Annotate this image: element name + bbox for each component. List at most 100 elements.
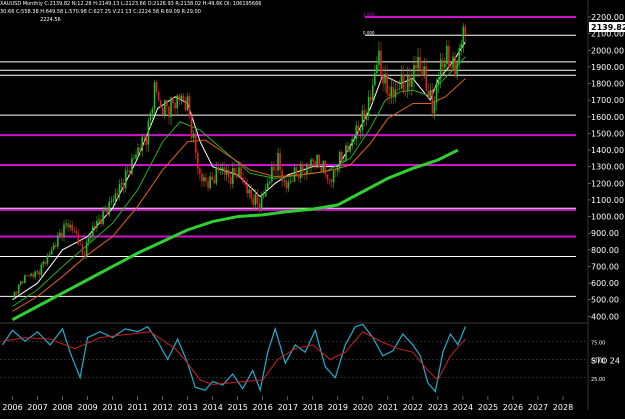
candle-body — [215, 167, 218, 184]
x-tick-label: 2026 — [503, 403, 523, 412]
candle-body — [289, 181, 292, 183]
candle-body — [151, 108, 154, 114]
candle-body — [141, 136, 144, 151]
x-tick-label: 2014 — [203, 403, 223, 412]
candle-body — [112, 200, 115, 202]
candle-body — [73, 230, 76, 232]
candle-body — [376, 64, 378, 74]
candle-body — [182, 95, 185, 100]
candle-body — [213, 180, 216, 184]
candle-body — [460, 43, 463, 49]
x-tick-label: 2023 — [428, 403, 448, 412]
x-tick-label: 2028 — [553, 403, 573, 412]
candle-body — [211, 176, 213, 181]
candle-body — [34, 271, 36, 278]
candle-body — [279, 153, 281, 171]
level-label: 1.000 — [363, 12, 375, 17]
candle-body — [26, 275, 28, 277]
y-tick-label: 1400.00 — [591, 146, 624, 155]
candle-body — [124, 170, 127, 189]
candle-body — [131, 158, 133, 175]
y-tick-label: 1900.00 — [591, 63, 624, 72]
candle-body — [343, 160, 345, 162]
candle-body — [355, 125, 358, 139]
y-tick-label: 2200.00 — [591, 13, 624, 22]
candle-body — [310, 159, 312, 168]
candle-body — [252, 198, 255, 205]
x-tick-label: 2008 — [52, 403, 72, 412]
candle-body — [85, 242, 88, 256]
candle-body — [392, 86, 395, 98]
candle-body — [28, 275, 30, 277]
candle-body — [217, 167, 220, 170]
candle-body — [394, 89, 397, 98]
candle-body — [417, 57, 419, 69]
candle-body — [147, 120, 150, 145]
candle-body — [122, 183, 125, 189]
candle-body — [441, 59, 444, 68]
candle-body — [374, 73, 376, 86]
x-tick-label: 2013 — [177, 403, 197, 412]
candle-body — [386, 74, 388, 94]
candle-body — [129, 170, 131, 175]
candle-body — [67, 223, 69, 228]
candle-body — [266, 183, 269, 190]
candle-body — [439, 59, 442, 79]
candle-body — [54, 245, 57, 247]
candle-body — [415, 65, 417, 69]
y-tick-label: 1100.00 — [591, 196, 624, 205]
candle-body — [437, 78, 440, 85]
candle-body — [172, 97, 174, 103]
candle-body — [446, 45, 448, 65]
candle-body — [240, 167, 242, 178]
candle-body — [316, 154, 318, 167]
candle-body — [273, 166, 275, 171]
candle-body — [135, 154, 137, 159]
candle-body — [458, 48, 461, 64]
candle-body — [102, 211, 104, 225]
candle-body — [431, 89, 434, 114]
price-chart[interactable]: 1.000 0.000 400.00 500.00 600.00 700.00 800.00… — [0, 0, 625, 419]
candle-body — [231, 167, 234, 184]
x-tick-label: 2015 — [228, 403, 248, 412]
candle-body — [293, 167, 296, 182]
candle-body — [269, 181, 271, 184]
candle-body — [186, 96, 189, 111]
candle-body — [96, 220, 98, 228]
candle-body — [79, 244, 82, 246]
last-price-label: 2139.82 — [591, 23, 625, 32]
candle-body — [114, 193, 117, 201]
candle-body — [248, 189, 251, 194]
candle-body — [87, 238, 90, 243]
candle-body — [110, 201, 113, 203]
candle-body — [287, 182, 290, 189]
candle-body — [324, 160, 327, 175]
candle-body — [390, 86, 393, 97]
candle-body — [250, 189, 253, 199]
candle-body — [104, 210, 106, 212]
candle-body — [306, 164, 308, 174]
candle-body — [423, 66, 426, 76]
candle-body — [192, 133, 195, 138]
candle-body — [260, 196, 263, 209]
candle-body — [133, 158, 135, 160]
candle-body — [81, 244, 84, 255]
candle-body — [244, 182, 246, 185]
candle-body — [297, 175, 300, 179]
candle-body — [304, 172, 306, 174]
candle-body — [184, 99, 187, 111]
candle-body — [71, 224, 74, 231]
candle-body — [77, 233, 80, 245]
candle-body — [264, 189, 267, 197]
candle-body — [199, 168, 201, 174]
candle-body — [433, 102, 436, 114]
candle-body — [246, 184, 248, 194]
candle-body — [462, 26, 465, 44]
candle-body — [15, 291, 18, 294]
candle-body — [19, 281, 22, 285]
x-tick-label: 2009 — [77, 403, 97, 412]
x-tick-label: 2024 — [453, 403, 473, 412]
candle-body — [369, 96, 372, 101]
x-tick-label: 2010 — [102, 403, 122, 412]
candle-body — [161, 107, 164, 115]
